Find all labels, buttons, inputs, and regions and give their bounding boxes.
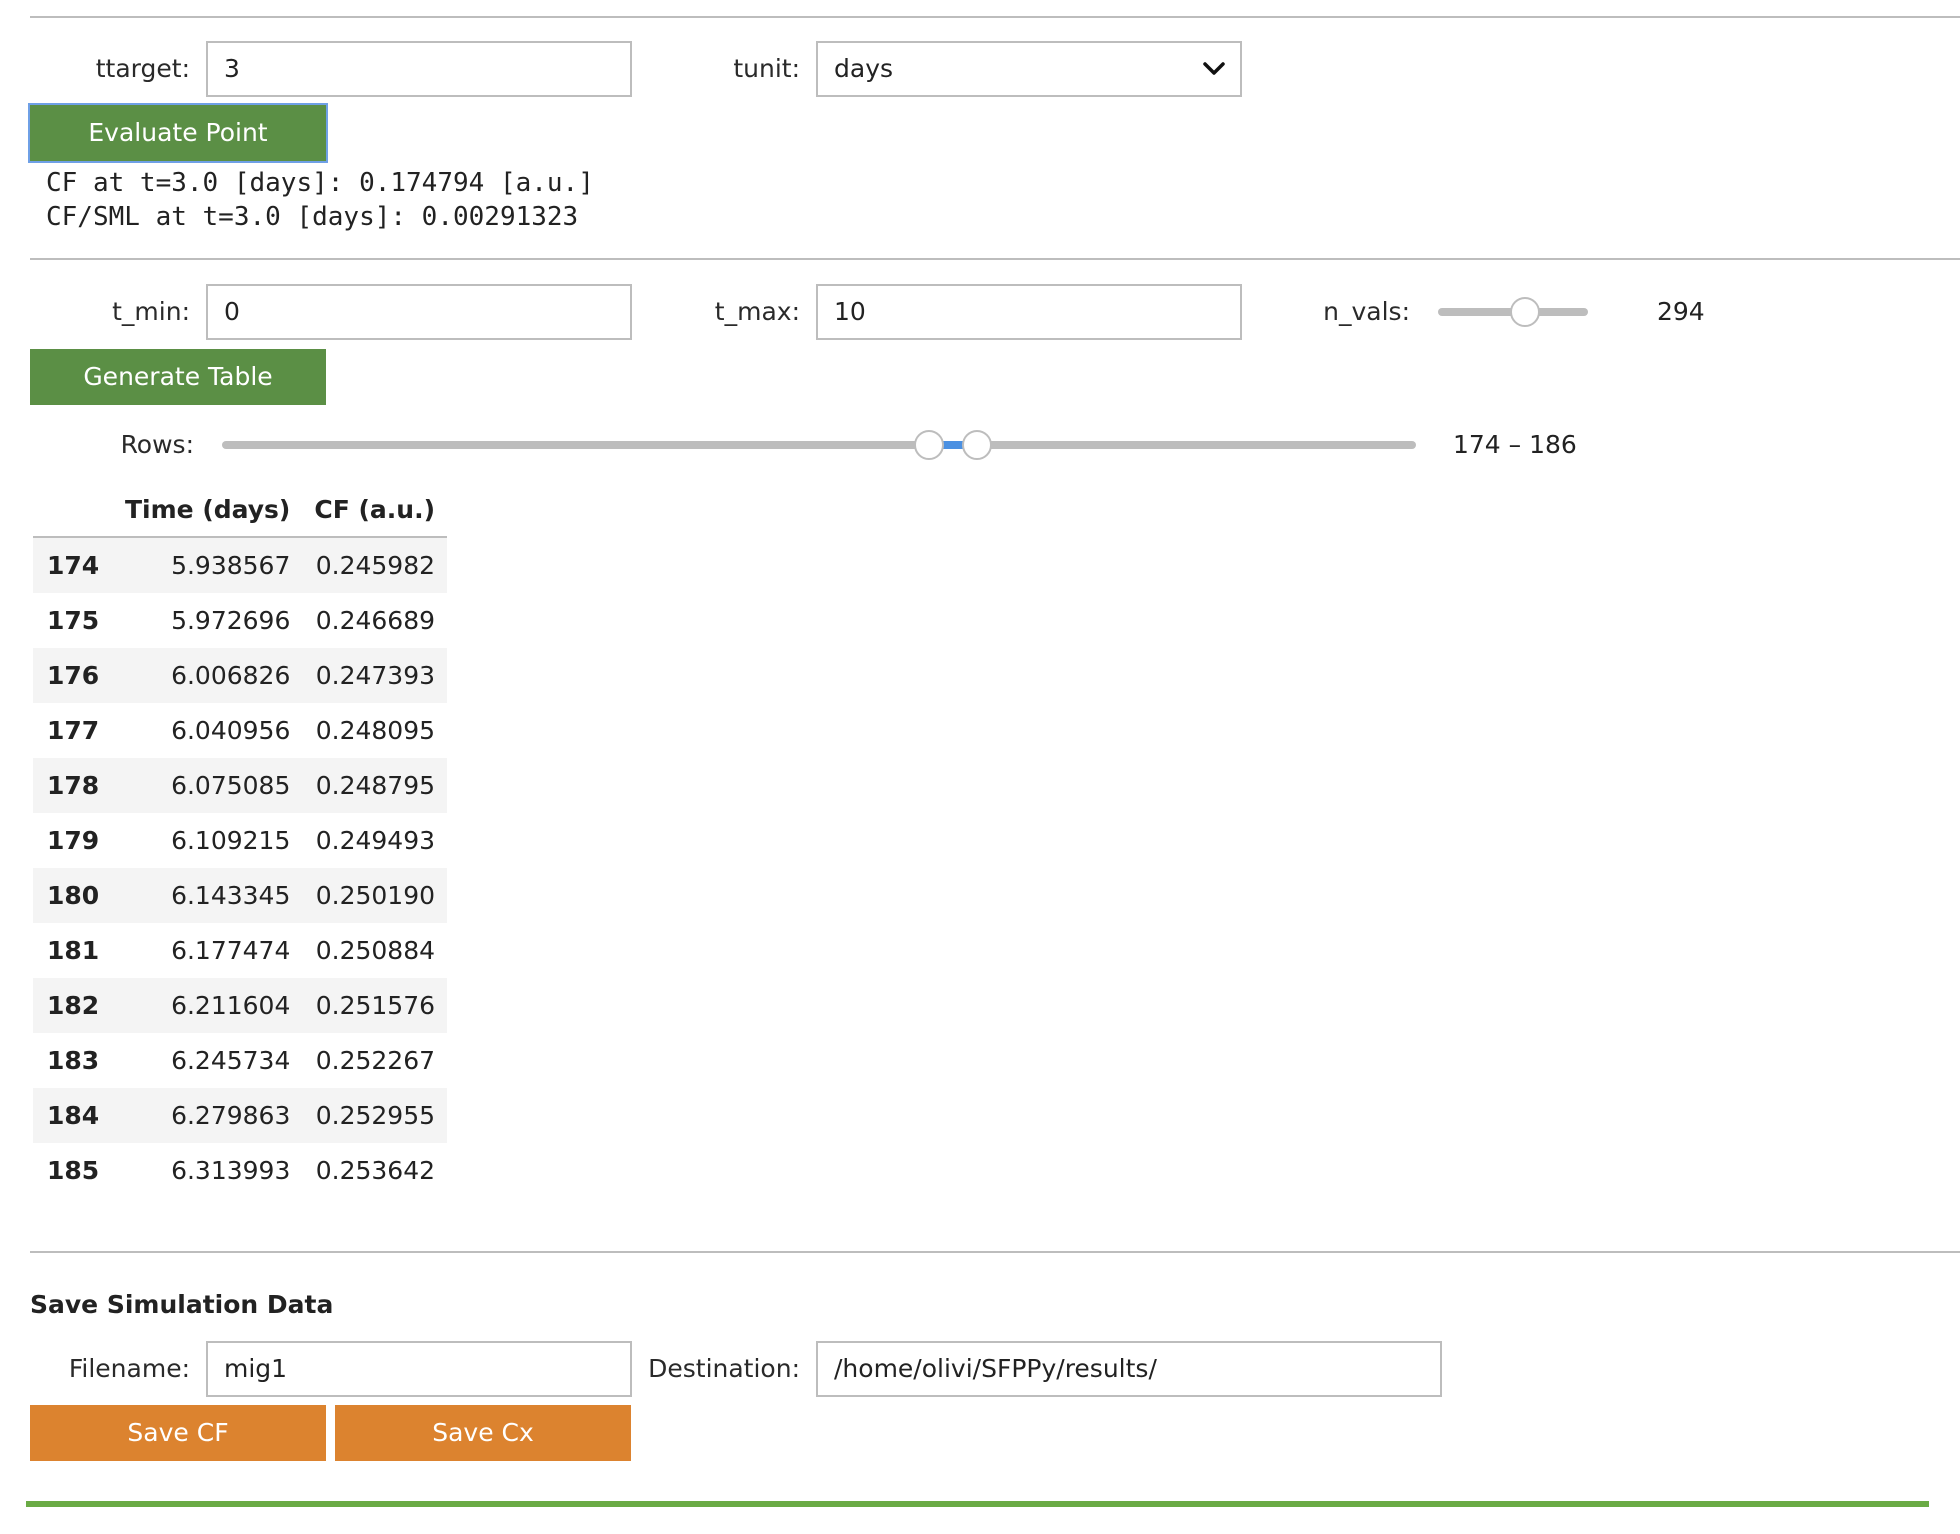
table-row: 182 6.211604 0.251576 <box>33 978 448 1033</box>
table-row: 175 5.972696 0.246689 <box>33 593 447 648</box>
table-row: 183 6.245734 0.252267 <box>33 1033 447 1088</box>
row-index: 183 <box>47 1046 100 1075</box>
table-header-row: Time (days) CF (a.u.) <box>33 482 448 538</box>
cell-time: 5.972696 <box>171 606 291 635</box>
tmax-input[interactable]: 10 <box>816 284 1242 340</box>
rows-range-handle-high[interactable] <box>961 430 992 460</box>
generate-table-button[interactable]: Generate Table <box>30 349 326 405</box>
tmin-input[interactable]: 0 <box>206 284 632 340</box>
cell-cf: 0.251576 <box>302 978 448 1033</box>
table-row: 174 5.938567 0.245982 <box>33 537 448 593</box>
row-index: 181 <box>47 936 100 965</box>
cell-cf: 0.247393 <box>302 648 448 703</box>
ttarget-label: ttarget: <box>95 54 190 83</box>
cell-time: 5.938567 <box>113 537 303 593</box>
result-cf-sml-line: CF/SML at t=3.0 [days]: 0.00291323 <box>46 202 579 232</box>
filename-label: Filename: <box>68 1354 190 1383</box>
save-section-title: Save Simulation Data <box>30 1290 334 1319</box>
chevron-down-icon <box>1203 62 1225 75</box>
cell-time: 6.143345 <box>113 868 303 923</box>
cell-cf: 0.250190 <box>302 868 448 923</box>
destination-label: Destination: <box>648 1354 800 1383</box>
row-index: 182 <box>33 978 113 1033</box>
save-cx-button[interactable]: Save Cx <box>335 1405 631 1461</box>
rows-range-readout: 174 – 186 <box>1453 430 1577 459</box>
filename-input[interactable]: mig1 <box>206 1341 632 1397</box>
row-index: 175 <box>47 606 100 635</box>
table-row: 177 6.040956 0.248095 <box>33 703 447 758</box>
cell-time: 6.109215 <box>171 826 291 855</box>
results-table: Time (days) CF (a.u.) 174 5.938567 0.24598… <box>33 482 448 1198</box>
row-index: 180 <box>33 868 113 923</box>
cell-cf: 0.245982 <box>302 537 448 593</box>
cell-time: 6.075085 <box>113 758 303 813</box>
nvals-slider-handle[interactable] <box>1510 297 1540 327</box>
rows-label: Rows: <box>120 430 194 459</box>
cell-time: 6.177474 <box>171 936 291 965</box>
cell-cf: 0.246689 <box>315 606 436 635</box>
row-index: 179 <box>47 826 100 855</box>
bottom-accent-bar <box>26 1501 1929 1507</box>
rows-range-slider-track[interactable] <box>222 441 1416 449</box>
evaluate-point-button[interactable]: Evaluate Point <box>30 105 326 161</box>
row-index: 184 <box>33 1088 113 1143</box>
table-row: 179 6.109215 0.249493 <box>33 813 447 868</box>
table-row: 184 6.279863 0.252955 <box>33 1088 448 1143</box>
cell-time: 6.040956 <box>171 716 291 745</box>
section-divider-1 <box>30 258 1960 260</box>
cell-cf: 0.249493 <box>315 826 436 855</box>
tunit-select[interactable]: days <box>816 41 1242 97</box>
table-row: 180 6.143345 0.250190 <box>33 868 448 923</box>
section-divider-2 <box>30 1251 1960 1253</box>
cell-cf: 0.252955 <box>302 1088 448 1143</box>
cell-time: 6.211604 <box>113 978 303 1033</box>
tmax-label: t_max: <box>714 297 800 326</box>
save-cf-button[interactable]: Save CF <box>30 1405 326 1461</box>
tunit-selected-value: days <box>834 54 894 83</box>
cell-cf: 0.252267 <box>315 1046 436 1075</box>
row-index: 174 <box>33 537 113 593</box>
row-index: 178 <box>33 758 113 813</box>
column-header-index <box>33 482 113 538</box>
cell-cf: 0.248095 <box>315 716 436 745</box>
cell-cf: 0.253642 <box>315 1156 436 1185</box>
top-divider <box>30 16 1960 18</box>
tmin-label: t_min: <box>112 297 190 326</box>
cell-time: 6.279863 <box>113 1088 303 1143</box>
result-cf-line: CF at t=3.0 [days]: 0.174794 [a.u.] <box>46 168 594 198</box>
destination-input[interactable]: /home/olivi/SFPPy/results/ <box>816 1341 1442 1397</box>
cell-time: 6.245734 <box>171 1046 291 1075</box>
table-row: 181 6.177474 0.250884 <box>33 923 447 978</box>
nvals-label: n_vals: <box>1323 297 1410 326</box>
nvals-readout: 294 <box>1657 297 1705 326</box>
table-row: 176 6.006826 0.247393 <box>33 648 448 703</box>
tunit-label: tunit: <box>733 54 800 83</box>
cell-time: 6.313993 <box>171 1156 291 1185</box>
column-header-cf: CF (a.u.) <box>302 482 448 538</box>
table-row: 185 6.313993 0.253642 <box>33 1143 447 1198</box>
row-index: 176 <box>33 648 113 703</box>
row-index: 185 <box>47 1156 100 1185</box>
ttarget-input[interactable]: 3 <box>206 41 632 97</box>
cell-cf: 0.250884 <box>315 936 436 965</box>
cell-cf: 0.248795 <box>302 758 448 813</box>
table-row: 178 6.075085 0.248795 <box>33 758 448 813</box>
cell-time: 6.006826 <box>113 648 303 703</box>
rows-range-handle-low[interactable] <box>913 430 944 460</box>
column-header-time: Time (days) <box>113 482 303 538</box>
row-index: 177 <box>47 716 100 745</box>
